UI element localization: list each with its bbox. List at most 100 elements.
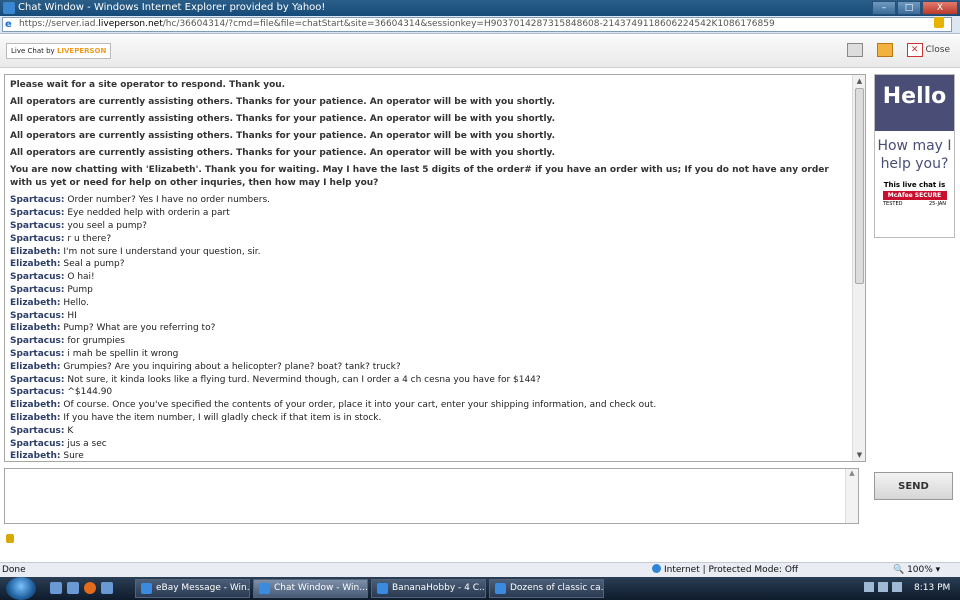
chat-line: Spartacus: Pump [10, 284, 850, 297]
chat-line: Elizabeth: Hello. [10, 297, 850, 310]
url-path: /hc/36604314/?cmd=file&file=chatStart&si… [162, 19, 775, 29]
chat-line: Spartacus: Eye nedded help with orderin … [10, 207, 850, 220]
system-message: All operators are currently assisting ot… [10, 131, 555, 142]
chat-text: HI [67, 310, 77, 321]
system-tray [864, 582, 902, 592]
ad-secure-text: This live chat is [883, 181, 946, 189]
chat-line: Spartacus: O hai! [10, 271, 850, 284]
chat-speaker: Spartacus: [10, 220, 65, 231]
chat-speaker: Elizabeth: [10, 361, 61, 372]
chat-line: Spartacus: you seel a pump? [10, 220, 850, 233]
transcript-scrollbar[interactable]: ▲ ▼ [852, 75, 865, 461]
liveperson-badge[interactable]: Live Chat by LIVEPERSON [6, 43, 112, 59]
chat-line: Elizabeth: I'm not sure I understand you… [10, 246, 850, 259]
firefox-icon[interactable] [84, 582, 96, 594]
chat-speaker: Elizabeth: [10, 400, 61, 411]
mcafee-tested: TESTED [883, 201, 903, 207]
minimize-button[interactable]: – [872, 1, 896, 15]
mcafee-secure-badge: McAfee SECURE [882, 191, 947, 200]
task-chat-window[interactable]: Chat Window - Win... [253, 579, 368, 598]
url-prefix: https://server.iad. [19, 19, 99, 29]
scroll-up-arrow-icon[interactable]: ▲ [853, 75, 865, 87]
chat-text: Grumpies? Are you inquiring about a heli… [63, 361, 401, 372]
send-button[interactable]: SEND [874, 472, 953, 500]
chat-text: I'm not sure I understand your question,… [63, 246, 261, 257]
system-message: You are now chatting with 'Elizabeth'. T… [10, 165, 829, 189]
ie-launch-icon[interactable] [101, 582, 113, 594]
url-domain: liveperson.net [98, 19, 163, 29]
email-transcript-icon[interactable] [876, 43, 893, 57]
mcafee-date: 25-JAN [929, 201, 946, 207]
chat-speaker: Spartacus: [10, 195, 65, 206]
url-field[interactable]: e https://server.iad.liveperson.net/hc/3… [2, 17, 952, 32]
start-button[interactable] [6, 577, 36, 600]
maximize-button[interactable]: □ [897, 1, 921, 15]
close-chat-button[interactable]: ✕ Close [906, 43, 950, 57]
chat-transcript[interactable]: Please wait for a site operator to respo… [4, 74, 866, 462]
chat-speaker: Spartacus: [10, 425, 65, 436]
chat-line: Spartacus: K [10, 425, 850, 438]
mcafee-tested-row: TESTED 25-JAN [875, 200, 954, 208]
chat-text: K [67, 425, 74, 436]
chat-text: If you have the item number, I will glad… [63, 412, 382, 423]
message-input-box[interactable]: ▲ [4, 468, 859, 524]
hello-ad-banner[interactable]: Hello How may I help you? This live chat… [874, 74, 955, 238]
scroll-down-arrow-icon[interactable]: ▼ [853, 449, 865, 461]
chat-text: O hai! [67, 272, 95, 283]
chat-speaker: Spartacus: [10, 233, 65, 244]
chat-speaker: Spartacus: [10, 272, 65, 283]
chat-text: Seal a pump? [63, 259, 125, 270]
transcript-content: Please wait for a site operator to respo… [10, 79, 850, 461]
chat-speaker: Spartacus: [10, 438, 65, 449]
window-titlebar: Chat Window - Windows Internet Explorer … [0, 0, 960, 16]
tray-network-icon[interactable] [864, 582, 874, 592]
chat-line: Elizabeth: Seal a pump? [10, 258, 850, 271]
window-title: Chat Window - Windows Internet Explorer … [18, 2, 326, 13]
chat-text: i mah be spellin it wrong [67, 348, 179, 359]
chat-speaker: Spartacus: [10, 310, 65, 321]
chat-line: Spartacus: i mah be spellin it wrong [10, 348, 850, 361]
window-controls: – □ X [872, 1, 958, 15]
tray-app-icon[interactable] [878, 582, 888, 592]
task-bananahobby[interactable]: BananaHobby - 4 C... [371, 579, 486, 598]
close-icon: ✕ [906, 43, 923, 57]
zoom-value: 100% [907, 565, 933, 575]
chat-line: Elizabeth: Pump? What are you referring … [10, 322, 850, 335]
task-dozens-classic[interactable]: Dozens of classic ca... [489, 579, 604, 598]
task-ebay-message[interactable]: eBay Message - Win... [135, 579, 250, 598]
ad-how-may: How may I help you? [877, 138, 952, 172]
chat-text: Pump [67, 284, 93, 295]
window-close-button[interactable]: X [922, 1, 958, 15]
livechat-by-label: Live Chat by [11, 47, 55, 55]
chat-speaker: Elizabeth: [10, 323, 61, 334]
address-bar: e https://server.iad.liveperson.net/hc/3… [0, 16, 960, 34]
close-label: Close [925, 45, 950, 55]
chat-text: you seel a pump? [67, 220, 147, 231]
chat-text: Not sure, it kinda looks like a flying t… [67, 374, 541, 385]
switch-windows-icon[interactable] [67, 582, 79, 594]
message-input[interactable] [5, 469, 843, 523]
chat-speaker: Spartacus: [10, 387, 65, 398]
globe-icon [652, 564, 661, 573]
ie-icon [3, 2, 15, 14]
scroll-thumb[interactable] [855, 88, 864, 284]
show-desktop-icon[interactable] [50, 582, 62, 594]
secure-lock-icon [6, 534, 14, 543]
zoom-level[interactable]: 🔍 100% ▾ [893, 563, 940, 577]
input-scrollbar[interactable]: ▲ [845, 469, 858, 523]
chat-line: Spartacus: for grumpies [10, 335, 850, 348]
chat-line: Elizabeth: Grumpies? Are you inquiring a… [10, 361, 850, 374]
print-icon[interactable] [846, 43, 863, 57]
chat-speaker: Spartacus: [10, 336, 65, 347]
toolbar-actions: ✕ Close [846, 43, 950, 57]
ssl-lock-icon[interactable] [934, 17, 944, 28]
taskbar-clock[interactable]: 8:13 PM [914, 577, 950, 600]
chat-speaker: Spartacus: [10, 284, 65, 295]
chat-toolbar: Live Chat by LIVEPERSON ✕ Close [0, 35, 960, 68]
security-zone[interactable]: Internet | Protected Mode: Off [652, 563, 798, 577]
taskbar-tasks: eBay Message - Win... Chat Window - Win.… [135, 579, 604, 598]
chat-text: ^$144.90 [67, 387, 113, 398]
tray-volume-icon[interactable] [892, 582, 902, 592]
chat-text: Order number? Yes I have no order number… [67, 195, 271, 206]
liveperson-logo: LIVEPERSON [56, 47, 107, 55]
